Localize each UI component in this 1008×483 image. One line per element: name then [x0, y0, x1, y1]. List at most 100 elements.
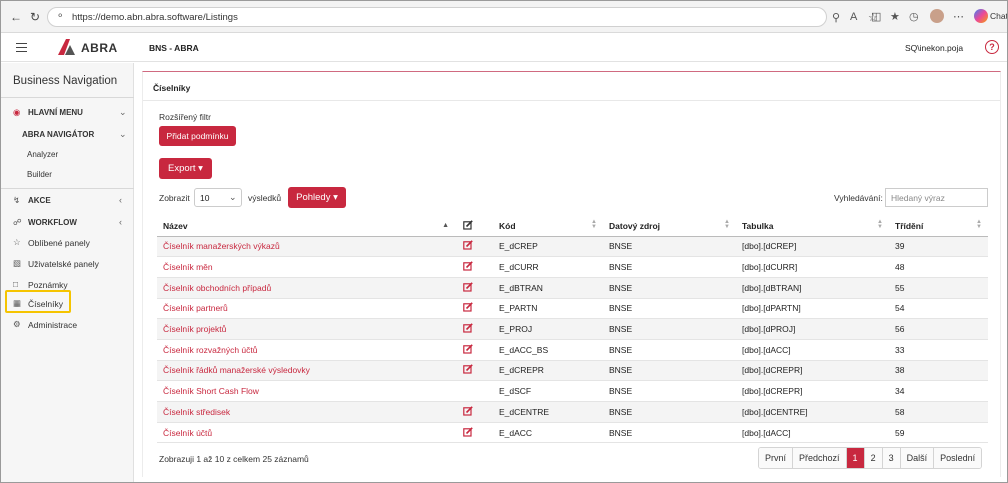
edit-icon[interactable] [463, 281, 473, 292]
table-row[interactable]: Číselník účtů E_dACC BNSE [dbo].[dACC] 59 [157, 422, 988, 444]
table-row[interactable]: Číselník Short Cash Flow E_dSCF BNSE [dbo].… [157, 380, 988, 402]
search-input[interactable] [885, 188, 988, 207]
edit-icon[interactable] [463, 261, 473, 271]
cell-edit [457, 277, 493, 299]
sidebar-item-label: Administrace [28, 320, 78, 330]
profile-avatar[interactable] [930, 9, 944, 23]
help-icon[interactable]: ? [985, 40, 999, 54]
cell-order: 48 [889, 256, 988, 278]
pager-page-1[interactable]: 1 [846, 448, 865, 468]
sidebar-item-user-panels[interactable]: ▧ Uživatelské panely [1, 255, 134, 273]
records-label: výsledků [248, 193, 282, 203]
column-header-code[interactable]: Kód ▲ ▼ [493, 216, 603, 237]
history-icon[interactable]: ◷ [909, 10, 919, 23]
table-row[interactable]: Číselník partnerů E_PARTN BNSE [dbo].[dPART… [157, 298, 988, 320]
hamburger-menu-icon[interactable] [16, 43, 27, 52]
pager-next-button[interactable]: Další [900, 448, 935, 468]
chevron-down-icon: ⌄ [119, 107, 127, 117]
add-condition-button[interactable]: Přidat podmínku [159, 126, 236, 146]
more-menu-icon[interactable]: ⋯ [953, 10, 964, 23]
table-row[interactable]: Číselník středisek E_dCENTRE BNSE [dbo].[dC… [157, 401, 988, 423]
sidebar-item-actions[interactable]: ↯ AKCE ‹ [1, 192, 134, 210]
cell-name[interactable]: Číselník účtů [157, 422, 457, 444]
cell-name[interactable]: Číselník řádků manažerské výsledovky [157, 360, 457, 382]
cell-code: E_dCENTRE [493, 401, 603, 423]
column-header-name[interactable]: Název ▲ [157, 216, 457, 237]
sidebar-item-main-menu[interactable]: ◉ HLAVNÍ MENU ⌄ [1, 104, 134, 122]
table-row[interactable]: Číselník projektů E_PROJ BNSE [dbo].[dPROJ]… [157, 318, 988, 340]
cell-name[interactable]: Číselník obchodních případů [157, 277, 457, 299]
edit-icon[interactable] [463, 344, 473, 354]
pager-first-button[interactable]: První [759, 448, 794, 468]
address-bar[interactable]: ⚬ https://demo.abn.abra.software/Listing… [47, 7, 878, 27]
table-row[interactable]: Číselník rozvažných účtů E_dACC_BS BNSE [db… [157, 339, 988, 361]
table-row[interactable]: Číselník manažerských výkazů E_dCREP BNSE[… [157, 236, 988, 258]
column-header-table[interactable]: Tabulka ▲ ▼ [736, 216, 889, 237]
sidebar-item-builder[interactable]: Builder [27, 170, 52, 179]
favorites-icon[interactable]: ★ [890, 10, 900, 23]
cell-edit [457, 339, 493, 361]
pager-page-3[interactable]: 3 [882, 448, 901, 468]
pager-last-button[interactable]: Poslední [934, 448, 982, 468]
user-name[interactable]: SQ\inekon.poja [905, 43, 963, 53]
sidebar: Business Navigation ◉ HLAVNÍ MENU ⌄ ABRA… [1, 63, 134, 482]
export-label: Export [168, 163, 196, 174]
edit-icon[interactable] [463, 406, 473, 416]
cell-edit [457, 401, 493, 423]
page-title: Číselníky [153, 83, 191, 93]
page-size-select[interactable]: 10 ⌄ [194, 188, 242, 207]
column-header-order[interactable]: Třídění ▲ ▼ [889, 216, 988, 237]
cell-name[interactable]: Číselník Short Cash Flow [157, 380, 457, 402]
column-header-source[interactable]: Datový zdroj ▲ ▼ [603, 216, 736, 237]
workflow-icon: ☍ [13, 217, 22, 227]
zoom-icon[interactable]: ⚲ [832, 11, 840, 24]
edit-icon[interactable] [463, 240, 473, 250]
table-row[interactable]: Číselník řádků manažerské výsledovky E_dC… [157, 360, 988, 382]
url-text: https://demo.abn.abra.software/Listings [72, 12, 238, 23]
sidebar-item-analyzer[interactable]: Analyzer [27, 150, 58, 159]
pager-page-2[interactable]: 2 [864, 448, 883, 468]
caret-down-icon: ▾ [333, 192, 338, 203]
views-button[interactable]: Pohledy ▾ [288, 187, 346, 208]
split-screen-icon[interactable]: ◫ [871, 10, 881, 23]
sidebar-item-favorites[interactable]: ☆ Oblíbené panely [1, 234, 134, 252]
cell-name[interactable]: Číselník rozvažných účtů [157, 339, 457, 361]
company-name: BNS - ABRA [149, 43, 199, 53]
column-header-edit [457, 216, 493, 237]
edit-icon[interactable] [463, 302, 473, 313]
cell-order: 59 [889, 422, 988, 444]
table-row[interactable]: Číselník měn E_dCURR BNSE [dbo].[dCURR] 48 [157, 256, 988, 278]
browser-toolbar: ← ↻ ⚬ https://demo.abn.abra.software/Lis… [1, 1, 1007, 33]
sidebar-item-navigator[interactable]: ABRA NAVIGÁTOR ⌄ [1, 126, 134, 144]
sidebar-item-label: HLAVNÍ MENU [28, 108, 83, 117]
edit-icon[interactable] [463, 426, 473, 437]
sidebar-item-admin[interactable]: ⚙ Administrace [1, 316, 134, 334]
cell-name[interactable]: Číselník projektů [157, 318, 457, 340]
column-label: Tabulka [742, 220, 774, 231]
sidebar-item-workflow[interactable]: ☍ WORKFLOW ‹ [1, 214, 134, 232]
cell-name[interactable]: Číselník partnerů [157, 298, 457, 320]
cell-table: [dbo].[dPARTN] [736, 298, 889, 320]
cell-name[interactable]: Číselník měn [157, 256, 457, 278]
cell-edit [457, 360, 493, 382]
pager-prev-button[interactable]: Předchozí [793, 448, 847, 468]
copilot-chat-label[interactable]: Chat [990, 11, 1007, 21]
export-button[interactable]: Export ▾ [159, 158, 212, 179]
search-label: Vyhledávání: [834, 193, 883, 203]
cell-order: 34 [889, 380, 988, 402]
reload-icon[interactable]: ↻ [30, 10, 40, 24]
cell-table: [dbo].[dCREPR] [736, 380, 889, 402]
edit-icon[interactable] [463, 364, 473, 375]
edit-icon[interactable] [463, 323, 473, 333]
copilot-icon[interactable] [974, 9, 988, 23]
cell-code: E_PROJ [493, 318, 603, 340]
read-aloud-icon[interactable]: A [850, 11, 857, 23]
table-header-row: Název ▲ Kód ▲ ▼ Datový zdroj ▲ ▼ Tabulka ▲ ▼ Tř… [157, 216, 988, 237]
back-arrow-icon[interactable]: ← [10, 10, 22, 24]
table-row[interactable]: Číselník obchodních případů E_dBTRAN BNSE[… [157, 277, 988, 299]
cell-name[interactable]: Číselník středisek [157, 401, 457, 423]
highlight-box [5, 290, 71, 313]
sidebar-item-label: WORKFLOW [28, 218, 77, 227]
cell-table: [dbo].[dACC] [736, 422, 889, 444]
cell-name[interactable]: Číselník manažerských výkazů [157, 236, 457, 258]
